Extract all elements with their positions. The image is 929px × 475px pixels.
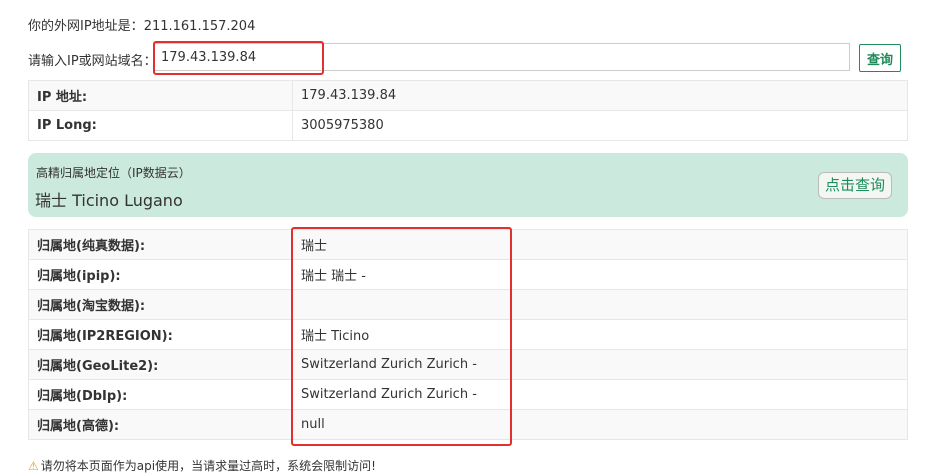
location-source-label: 归属地(淘宝数据): (28, 289, 293, 320)
usage-warning: ⚠ 请勿将本页面作为api使用，当请求量过高时，系统会限制访问! (28, 457, 376, 474)
ip-address-value: 179.43.139.84 (292, 80, 908, 111)
input-highlight-box (153, 41, 324, 75)
ip-info-table: IP 地址: 179.43.139.84 IP Long: 3005975380 (28, 80, 908, 141)
table-row: IP Long: 3005975380 (28, 110, 908, 141)
my-ip-label: 你的外网IP地址是： (28, 19, 144, 34)
location-source-label: 归属地(IP2REGION): (28, 319, 293, 350)
ip-long-label: IP Long: (28, 110, 293, 141)
my-ip-value: 211.161.157.204 (143, 19, 256, 34)
values-highlight-box (291, 227, 512, 446)
ip-address-label: IP 地址: (28, 80, 293, 111)
warning-text: 请勿将本页面作为api使用，当请求量过高时，系统会限制访问! (40, 459, 376, 473)
location-source-label: 归属地(DbIp): (28, 379, 293, 410)
location-source-label: 归属地(高德): (28, 409, 293, 440)
query-label: 请输入IP或网站域名： (28, 54, 157, 69)
location-source-label: 归属地(ipip): (28, 259, 293, 290)
query-button[interactable]: 查询 (859, 44, 901, 72)
ip-long-value: 3005975380 (292, 110, 908, 141)
accurate-location-panel: 高精归属地定位（IP数据云） 瑞士 Ticino Lugano 点击查询 (28, 153, 908, 217)
warning-icon: ⚠ (28, 459, 39, 473)
my-ip-line: 你的外网IP地址是：211.161.157.204 (28, 15, 255, 34)
table-row: IP 地址: 179.43.139.84 (28, 80, 908, 111)
click-query-button[interactable]: 点击查询 (817, 172, 892, 199)
location-source-label: 归属地(纯真数据): (28, 229, 293, 260)
accurate-location-value: 瑞士 Ticino Lugano (35, 191, 183, 210)
accurate-location-title: 高精归属地定位（IP数据云） (36, 166, 191, 180)
location-source-label: 归属地(GeoLite2): (28, 349, 293, 380)
